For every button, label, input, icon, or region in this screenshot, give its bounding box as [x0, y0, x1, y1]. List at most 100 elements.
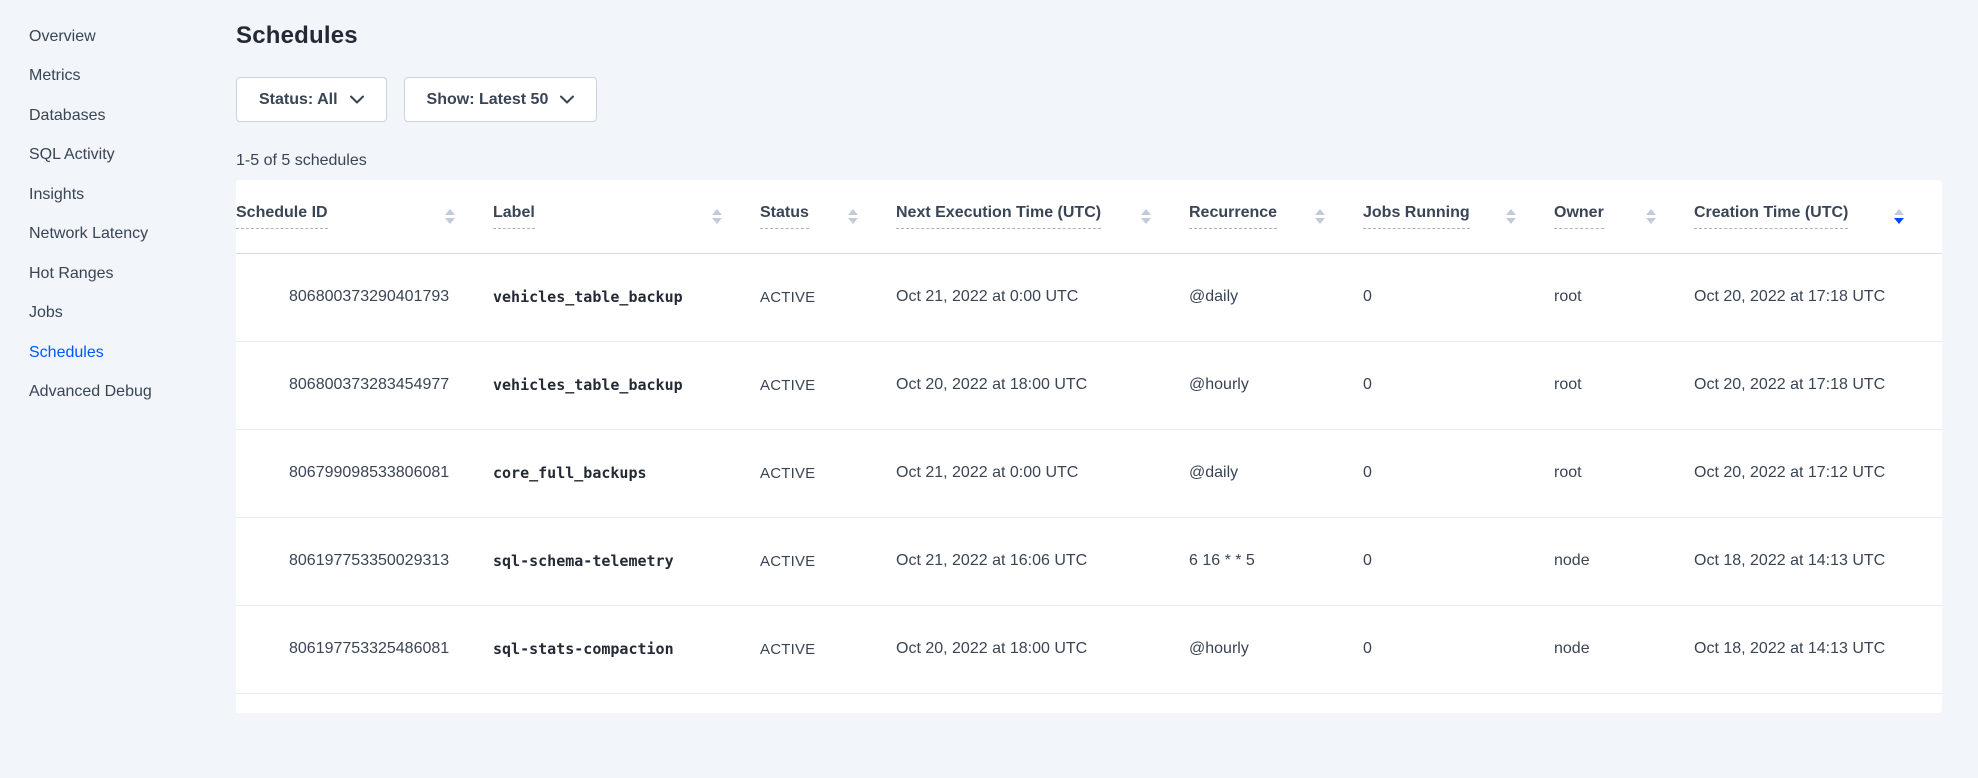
cell-creation-time: Oct 20, 2022 at 17:18 UTC	[1694, 253, 1942, 341]
status-filter-label: Status: All	[259, 91, 338, 109]
cell-schedule-id: 806799098533806081	[236, 429, 493, 517]
cell-schedule-id: 806197753325486081	[236, 605, 493, 693]
sidebar-item[interactable]: SQL Activity	[29, 136, 236, 176]
status-filter-dropdown[interactable]: Status: All	[236, 77, 387, 122]
page-title: Schedules	[236, 22, 1942, 50]
cell-owner: root	[1554, 253, 1694, 341]
column-header-label: Owner	[1554, 204, 1604, 229]
show-filter-label: Show: Latest 50	[427, 91, 549, 109]
column-header-label: Next Execution Time (UTC)	[896, 204, 1101, 229]
column-header[interactable]: Creation Time (UTC)	[1694, 180, 1942, 253]
cell-status: ACTIVE	[760, 429, 896, 517]
cell-creation-time: Oct 18, 2022 at 14:13 UTC	[1694, 517, 1942, 605]
sort-arrows-icon[interactable]	[712, 209, 722, 224]
filter-bar: Status: All Show: Latest 50	[236, 77, 1942, 122]
table-row: 806197753325486081 sql-stats-compaction …	[236, 605, 1942, 693]
sidebar-item[interactable]: Overview	[29, 17, 236, 57]
sort-asc-arrow-icon	[1141, 209, 1151, 215]
column-header-label: Status	[760, 204, 809, 229]
sort-desc-arrow-icon	[1315, 218, 1325, 224]
sort-desc-arrow-icon	[848, 218, 858, 224]
table-row: 806197753350029313 sql-schema-telemetry …	[236, 517, 1942, 605]
cell-next-execution-time: Oct 20, 2022 at 18:00 UTC	[896, 605, 1189, 693]
cell-label: vehicles_table_backup	[493, 253, 760, 341]
sidebar-item[interactable]: Insights	[29, 175, 236, 215]
app-root: Overview Metrics Databases SQL Activity …	[0, 0, 1978, 778]
column-header[interactable]: Next Execution Time (UTC)	[896, 180, 1189, 253]
sort-arrows-icon[interactable]	[1315, 209, 1325, 224]
cell-next-execution-time: Oct 21, 2022 at 0:00 UTC	[896, 429, 1189, 517]
schedules-table-panel: Schedule ID Label	[236, 180, 1942, 713]
sort-asc-arrow-icon	[445, 209, 455, 215]
cell-schedule-id: 806197753350029313	[236, 517, 493, 605]
cell-recurrence: @hourly	[1189, 341, 1363, 429]
table-row: 806800373283454977 vehicles_table_backup…	[236, 341, 1942, 429]
sort-asc-arrow-icon	[1646, 209, 1656, 215]
sort-desc-arrow-icon	[1506, 218, 1516, 224]
table-row: 806799098533806081 core_full_backups ACT…	[236, 429, 1942, 517]
cell-creation-time: Oct 18, 2022 at 14:13 UTC	[1694, 605, 1942, 693]
sort-arrows-icon[interactable]	[1646, 209, 1656, 224]
sort-arrows-icon[interactable]	[848, 209, 858, 224]
table-header: Schedule ID Label	[236, 180, 1942, 253]
sidebar-item[interactable]: Jobs	[29, 294, 236, 334]
sort-arrows-icon[interactable]	[1894, 209, 1904, 224]
cell-recurrence: @daily	[1189, 253, 1363, 341]
sidebar-item[interactable]: Network Latency	[29, 215, 236, 255]
schedules-table: Schedule ID Label	[236, 180, 1942, 694]
sidebar: Overview Metrics Databases SQL Activity …	[0, 0, 236, 778]
cell-schedule-id: 806800373290401793	[236, 253, 493, 341]
cell-status: ACTIVE	[760, 517, 896, 605]
sort-asc-arrow-icon	[1315, 209, 1325, 215]
sort-desc-arrow-icon	[1894, 218, 1904, 224]
results-count: 1-5 of 5 schedules	[236, 152, 1942, 170]
cell-label: sql-schema-telemetry	[493, 517, 760, 605]
cell-status: ACTIVE	[760, 605, 896, 693]
sort-arrows-icon[interactable]	[1506, 209, 1516, 224]
show-filter-dropdown[interactable]: Show: Latest 50	[404, 77, 598, 122]
cell-next-execution-time: Oct 21, 2022 at 0:00 UTC	[896, 253, 1189, 341]
table-body: 806800373290401793 vehicles_table_backup…	[236, 253, 1942, 693]
column-header-label: Schedule ID	[236, 204, 328, 229]
column-header[interactable]: Status	[760, 180, 896, 253]
sidebar-item[interactable]: Hot Ranges	[29, 254, 236, 294]
sidebar-item[interactable]: Schedules	[29, 333, 236, 373]
sort-arrows-icon[interactable]	[1141, 209, 1151, 224]
cell-recurrence: @daily	[1189, 429, 1363, 517]
cell-jobs-running: 0	[1363, 605, 1554, 693]
sidebar-item[interactable]: Databases	[29, 96, 236, 136]
column-header[interactable]: Label	[493, 180, 760, 253]
column-header-label: Recurrence	[1189, 204, 1277, 229]
cell-jobs-running: 0	[1363, 341, 1554, 429]
column-header[interactable]: Owner	[1554, 180, 1694, 253]
cell-status: ACTIVE	[760, 341, 896, 429]
sort-asc-arrow-icon	[848, 209, 858, 215]
column-header-label: Jobs Running	[1363, 204, 1470, 229]
cell-creation-time: Oct 20, 2022 at 17:18 UTC	[1694, 341, 1942, 429]
sort-arrows-icon[interactable]	[445, 209, 455, 224]
sort-desc-arrow-icon	[1646, 218, 1656, 224]
column-header[interactable]: Recurrence	[1189, 180, 1363, 253]
cell-jobs-running: 0	[1363, 429, 1554, 517]
sort-desc-arrow-icon	[712, 218, 722, 224]
column-header-label: Label	[493, 204, 535, 229]
cell-label: core_full_backups	[493, 429, 760, 517]
cell-jobs-running: 0	[1363, 253, 1554, 341]
cell-recurrence: 6 16 * * 5	[1189, 517, 1363, 605]
column-header[interactable]: Schedule ID	[236, 180, 493, 253]
cell-owner: node	[1554, 517, 1694, 605]
chevron-down-icon	[560, 91, 574, 109]
cell-schedule-id: 806800373283454977	[236, 341, 493, 429]
cell-creation-time: Oct 20, 2022 at 17:12 UTC	[1694, 429, 1942, 517]
cell-status: ACTIVE	[760, 253, 896, 341]
sort-asc-arrow-icon	[1506, 209, 1516, 215]
chevron-down-icon	[350, 91, 364, 109]
column-header[interactable]: Jobs Running	[1363, 180, 1554, 253]
sidebar-item[interactable]: Metrics	[29, 57, 236, 97]
cell-label: vehicles_table_backup	[493, 341, 760, 429]
cell-owner: root	[1554, 429, 1694, 517]
cell-owner: node	[1554, 605, 1694, 693]
sidebar-item[interactable]: Advanced Debug	[29, 373, 236, 413]
cell-label: sql-stats-compaction	[493, 605, 760, 693]
main-content: Schedules Status: All Show: Latest 50	[236, 0, 1978, 778]
